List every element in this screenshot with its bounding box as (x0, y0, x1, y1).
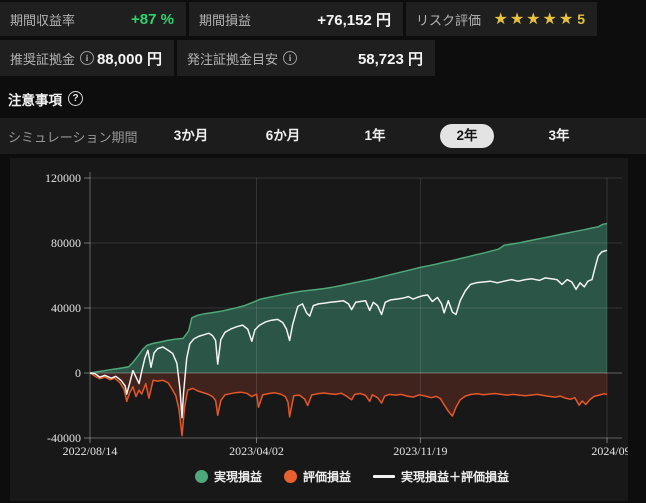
star-icons: ★★★★★ (493, 11, 576, 28)
tab-3years[interactable]: 3年 (513, 124, 605, 148)
simulation-period-selector: シミュレーション期間 3か月 6か月 1年 2年 3年 (0, 118, 646, 154)
info-icon[interactable]: i (283, 51, 298, 65)
notice-title: 注意事項 (8, 92, 62, 108)
svg-text:-40000: -40000 (47, 431, 81, 445)
svg-text:2024/09/03: 2024/09/03 (591, 444, 628, 458)
legend-item-realized-pl[interactable]: 実現損益 (194, 468, 262, 485)
stats-row-2: 推奨証拠金 i 88,000 円 発注証拠金目安 i 58,723 円 (0, 40, 646, 76)
risk-score: 5 (577, 11, 585, 27)
svg-text:80000: 80000 (51, 236, 81, 250)
order-margin-cell: 発注証拠金目安 i 58,723 円 (177, 40, 435, 76)
tab-6months[interactable]: 6か月 (237, 124, 329, 148)
risk-rating-cell: リスク評価 ★★★★★ 5 (406, 2, 597, 36)
svg-text:40000: 40000 (51, 301, 81, 315)
pl-chart-panel: 120000 80000 40000 0 -40000 2022/08/14 2023/04… (10, 158, 646, 501)
period-pl-label: 期間損益 (199, 12, 252, 28)
order-margin-label: 発注証拠金目安 (187, 51, 279, 67)
legend-item-total-pl[interactable]: 実現損益＋評価損益 (373, 468, 509, 485)
svg-text:2022/08/14: 2022/08/14 (63, 444, 118, 458)
realized-pl-dot-icon (194, 469, 208, 483)
svg-text:0: 0 (75, 366, 81, 380)
help-icon[interactable]: ? (68, 91, 83, 106)
recommended-margin-cell: 推奨証拠金 i 88,000 円 (0, 40, 174, 76)
recommended-margin-value: 88,000 円 (96, 50, 162, 68)
tab-2years[interactable]: 2年 (421, 124, 513, 148)
svg-text:2023/11/19: 2023/11/19 (393, 444, 447, 458)
order-margin-value: 58,723 円 (357, 50, 423, 68)
svg-text:2023/04/02: 2023/04/02 (229, 444, 284, 458)
period-pl-value: +76,152 円 (317, 11, 391, 29)
total-pl-line-icon (373, 474, 395, 478)
period-pl-cell: 期間損益 +76,152 円 (189, 2, 403, 36)
recommended-margin-label: 推奨証拠金 (10, 51, 76, 67)
risk-rating-label: リスク評価 (416, 12, 482, 28)
legend-item-valuation-pl[interactable]: 評価損益 (283, 468, 351, 485)
chart-legend: 実現損益 評価損益 実現損益＋評価損益 (86, 465, 618, 487)
period-return-cell: 期間収益率 +87 % (0, 2, 186, 36)
stats-row-1: 期間収益率 +87 % 期間損益 +76,152 円 リスク評価 ★★★★★ 5 (0, 2, 646, 36)
tab-1year[interactable]: 1年 (329, 124, 421, 148)
info-icon[interactable]: i (80, 51, 95, 65)
simulation-period-label: シミュレーション期間 (8, 129, 138, 145)
pl-simulation-chart[interactable]: 120000 80000 40000 0 -400002022/08/14 2023/04… (10, 158, 646, 460)
svg-text:120000: 120000 (45, 171, 81, 185)
risk-star-rating: ★★★★★ 5 (493, 9, 585, 29)
valuation-pl-dot-icon (283, 469, 297, 483)
period-return-value: +87 % (131, 10, 174, 28)
period-return-label: 期間収益率 (10, 12, 76, 28)
tab-3months[interactable]: 3か月 (145, 124, 237, 148)
notice-row: 注意事項 ? (0, 76, 646, 108)
